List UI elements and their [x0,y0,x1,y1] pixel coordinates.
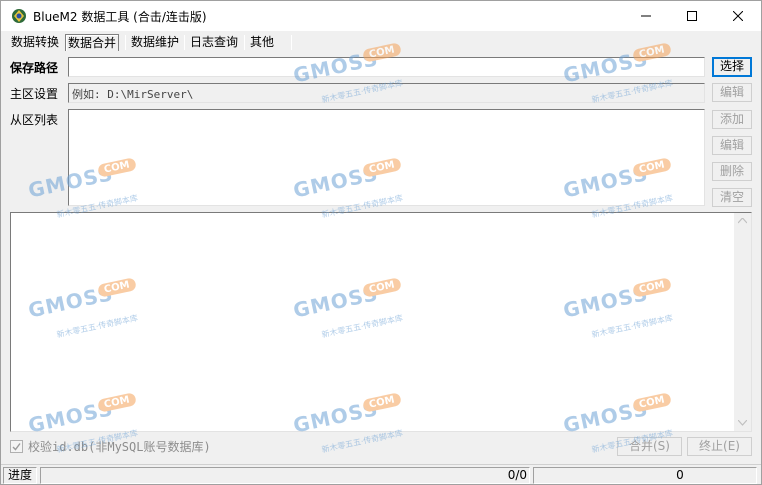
app-window: BlueM2 数据工具 (合击/连击版) 数据转换 数据合并 数据维护 日志查询… [0,0,762,485]
sub-list-label: 从区列表 [10,113,59,127]
tab-data-maintenance[interactable]: 数据维护 [129,34,181,51]
main-server-input[interactable]: 例如: D:\MirServer\ [68,83,705,103]
verify-label: 校验id.db(非MySQL账号数据库) [28,440,211,454]
tab-separator [244,35,245,50]
close-icon [733,11,743,21]
status-bar: 进度 0/0 0 [1,464,761,484]
tab-data-merge[interactable]: 数据合并 [65,34,120,51]
edit-main-button[interactable]: 编辑 [712,83,752,102]
sub-server-list[interactable] [68,109,705,206]
clear-button[interactable]: 清空 [712,188,752,207]
close-button[interactable] [715,1,761,31]
maximize-button[interactable] [669,1,715,31]
tab-data-convert[interactable]: 数据转换 [9,34,61,51]
add-button[interactable]: 添加 [712,110,752,129]
minimize-icon [641,15,651,17]
app-icon [12,9,26,23]
progress-label: 进度 [3,467,37,484]
edit-list-button[interactable]: 编辑 [712,136,752,155]
save-path-input[interactable] [68,57,705,77]
check-icon [12,443,21,451]
select-button[interactable]: 选择 [712,57,752,77]
log-scrollbar[interactable] [734,213,751,431]
total-count: 0 [533,467,757,484]
minimize-button[interactable] [623,1,669,31]
scroll-down-icon [738,420,747,426]
maximize-icon [687,11,697,21]
log-output[interactable] [10,212,752,432]
window-title: BlueM2 数据工具 (合击/连击版) [33,10,207,24]
merge-button[interactable]: 合并(S) [617,437,682,456]
tab-bar: 数据转换 数据合并 数据维护 日志查询 其他 [1,32,761,52]
main-server-label: 主区设置 [10,87,59,101]
tab-separator [125,35,126,50]
progress-count: 0/0 [40,467,530,484]
title-bar: BlueM2 数据工具 (合击/连击版) [1,1,761,31]
scroll-up-icon [738,218,747,224]
tab-other[interactable]: 其他 [248,34,276,51]
tab-separator [291,35,292,50]
tab-log-query[interactable]: 日志查询 [188,34,240,51]
verify-checkbox[interactable] [10,440,23,453]
stop-button[interactable]: 终止(E) [687,437,752,456]
tab-separator [184,35,185,50]
delete-button[interactable]: 删除 [712,162,752,181]
save-path-label: 保存路径 [10,61,59,75]
